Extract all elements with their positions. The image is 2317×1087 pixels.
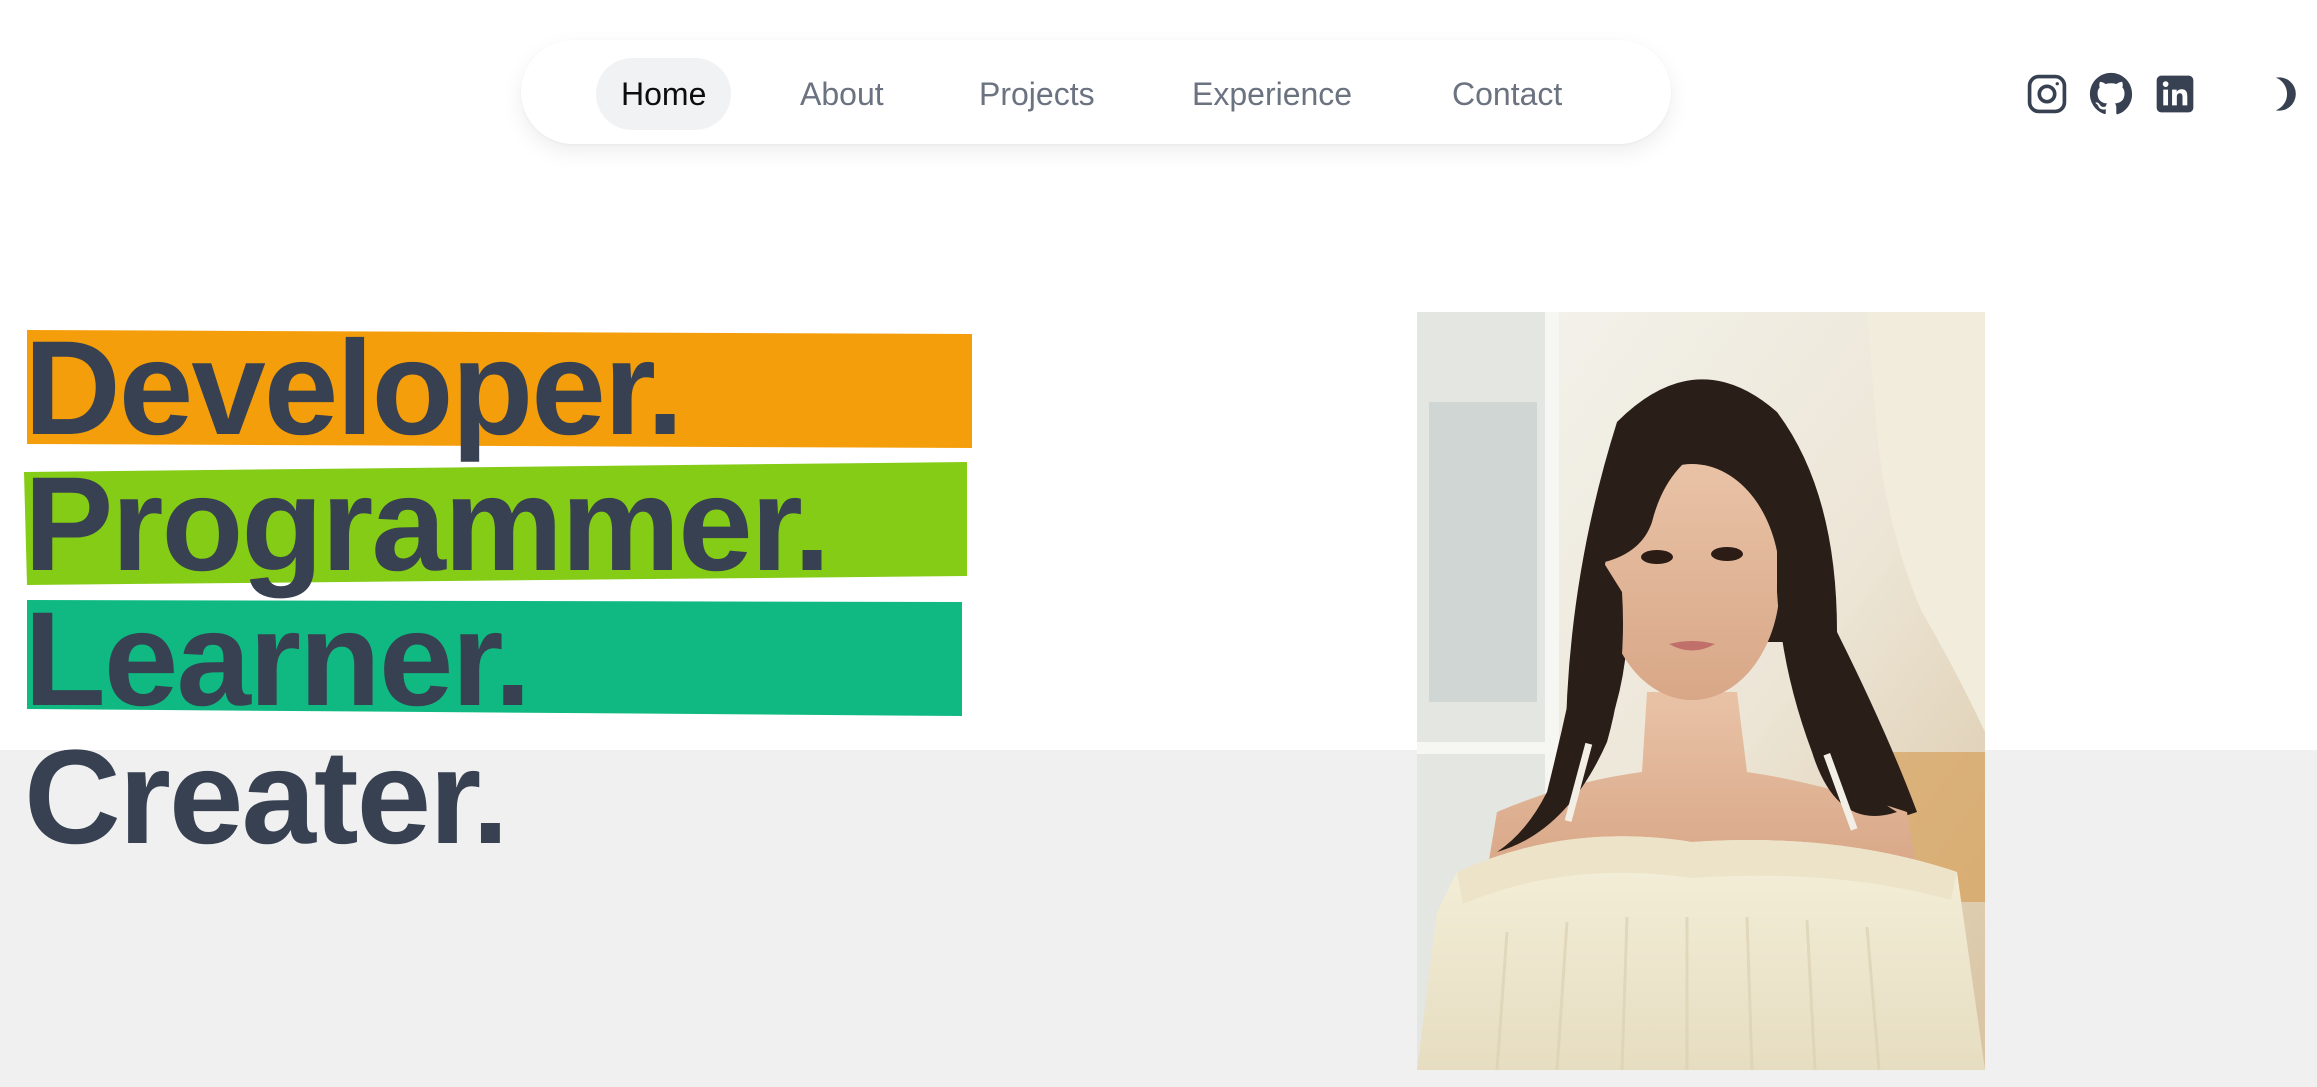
instagram-icon[interactable] (2025, 72, 2069, 116)
hero-word-developer: Developer. (24, 314, 684, 463)
nav-experience[interactable]: Experience (1192, 58, 1352, 130)
linkedin-icon[interactable] (2153, 72, 2197, 116)
github-icon[interactable] (2089, 72, 2133, 116)
nav-contact[interactable]: Contact (1452, 58, 1562, 130)
hero-word-programmer: Programmer. (24, 450, 831, 599)
profile-photo (1417, 312, 1985, 1070)
moon-icon[interactable] (2260, 74, 2300, 114)
hero-word-learner: Learner. (24, 585, 531, 734)
hero-word-creater: Creater. (24, 723, 509, 872)
